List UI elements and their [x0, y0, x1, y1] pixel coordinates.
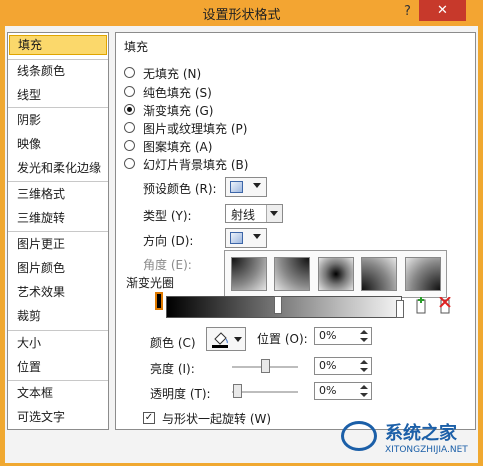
spin-up-icon[interactable] [358, 359, 370, 366]
radio-label-picture-fill: 图片或纹理填充 (P) [143, 122, 248, 136]
direction-dropdown[interactable] [225, 228, 267, 248]
sidebar-item-crop[interactable]: 裁剪 [9, 306, 107, 326]
preset-colors-dropdown[interactable] [225, 177, 267, 197]
chevron-down-icon [253, 183, 261, 188]
sidebar-divider [8, 330, 108, 331]
stop-color-picker[interactable] [206, 327, 246, 351]
sidebar-divider [8, 181, 108, 182]
angle-label: 角度 (E): [143, 258, 192, 272]
radio-label-no-fill: 无填充 (N) [143, 67, 202, 81]
transparency-spinner[interactable]: 0% [314, 382, 372, 400]
preset-colors-label: 预设颜色 (R): [143, 182, 217, 196]
sidebar-item-line-style[interactable]: 线型 [9, 85, 107, 105]
rotate-with-shape-checkbox[interactable]: ✓ [143, 412, 155, 424]
sidebar-item-picture-corrections[interactable]: 图片更正 [9, 234, 107, 254]
watermark-name: 系统之家 [385, 423, 457, 444]
brightness-label: 亮度 (I): [150, 362, 195, 376]
gradient-top-left-tile[interactable] [231, 257, 267, 291]
house-icon [341, 421, 377, 451]
gradient-stops-bar[interactable] [166, 296, 402, 318]
chevron-down-icon [253, 234, 261, 239]
sidebar-item-shadow[interactable]: 阴影 [9, 110, 107, 130]
remove-stop-button[interactable] [438, 296, 452, 315]
gradient-stop-selected[interactable] [155, 292, 163, 310]
sidebar-item-3d-format[interactable]: 三维格式 [9, 184, 107, 204]
position-value: 0% [319, 329, 337, 342]
spin-up-icon[interactable] [358, 384, 370, 391]
sidebar-item-line-color[interactable]: 线条颜色 [9, 61, 107, 81]
spin-down-icon[interactable] [358, 392, 370, 399]
gradient-swatch-icon [230, 232, 243, 244]
spin-down-icon[interactable] [358, 367, 370, 374]
add-stop-icon [416, 297, 426, 314]
gradient-stops-label: 渐变光圈 [126, 276, 175, 290]
sidebar-item-text-box[interactable]: 文本框 [9, 383, 107, 403]
radio-picture-fill[interactable] [124, 122, 135, 133]
sidebar-divider [8, 380, 108, 381]
radio-slide-background-fill[interactable] [124, 158, 135, 169]
gradient-bottom-right-tile[interactable] [405, 257, 441, 291]
radio-gradient-fill[interactable] [124, 104, 135, 115]
remove-stop-icon [439, 296, 451, 314]
sidebar-item-size[interactable]: 大小 [9, 333, 107, 353]
direction-label: 方向 (D): [143, 234, 194, 248]
chevron-down-icon [270, 211, 278, 216]
panel-heading: 填充 [124, 40, 149, 54]
sidebar-item-glow[interactable]: 发光和柔化边缘 [9, 158, 107, 178]
gradient-swatch-icon [230, 181, 243, 193]
help-button[interactable]: ? [404, 4, 411, 19]
radio-label-slide-background-fill: 幻灯片背景填充 (B) [143, 158, 249, 172]
sidebar-divider [8, 231, 108, 232]
rotate-with-shape-label: 与形状一起旋转 (W) [162, 412, 272, 426]
radio-label-pattern-fill: 图案填充 (A) [143, 140, 213, 154]
sidebar-divider [8, 107, 108, 108]
sidebar-item-reflection[interactable]: 映像 [9, 134, 107, 154]
type-value: 射线 [231, 208, 256, 222]
sidebar-item-artistic-effects[interactable]: 艺术效果 [9, 282, 107, 302]
transparency-value: 0% [319, 384, 337, 397]
watermark-url: XITONGZHIJIA.NET [385, 445, 468, 455]
sidebar-item-picture-color[interactable]: 图片颜色 [9, 258, 107, 278]
transparency-slider-thumb[interactable] [233, 384, 242, 398]
type-label: 类型 (Y): [143, 209, 192, 223]
gradient-stop[interactable] [396, 300, 404, 318]
gradient-center-tile[interactable] [318, 257, 354, 291]
gradient-bottom-left-tile[interactable] [361, 257, 397, 291]
gradient-top-right-tile[interactable] [274, 257, 310, 291]
position-spinner[interactable]: 0% [314, 327, 372, 345]
close-button[interactable]: ✕ [419, 0, 466, 21]
sidebar-item-3d-rotation[interactable]: 三维旋转 [9, 208, 107, 228]
chevron-down-icon [234, 337, 242, 342]
sidebar-item-fill[interactable]: 填充 [9, 35, 107, 55]
title-bar: 设置形状格式 ? ✕ [0, 0, 483, 26]
watermark-logo: 系统之家 XITONGZHIJIA.NET [335, 415, 480, 463]
sidebar-item-position[interactable]: 位置 [9, 357, 107, 377]
radio-solid-fill[interactable] [124, 86, 135, 97]
radio-label-solid-fill: 纯色填充 (S) [143, 86, 212, 100]
brightness-slider-thumb[interactable] [261, 359, 270, 373]
paint-bucket-icon [212, 332, 228, 348]
position-label: 位置 (O): [257, 332, 308, 346]
direction-gallery [224, 250, 447, 298]
transparency-label: 透明度 (T): [150, 387, 211, 401]
sidebar-item-alt-text[interactable]: 可选文字 [9, 407, 107, 427]
type-select[interactable]: 射线 [225, 204, 283, 223]
radio-label-gradient-fill: 渐变填充 (G) [143, 104, 214, 118]
sidebar-divider [8, 59, 108, 60]
category-sidebar: 填充 线条颜色 线型 阴影 映像 发光和柔化边缘 三维格式 三维旋转 图片更正 … [7, 32, 109, 430]
radio-pattern-fill[interactable] [124, 140, 135, 151]
brightness-value: 0% [319, 359, 337, 372]
gradient-stop[interactable] [274, 296, 282, 314]
spin-up-icon[interactable] [358, 329, 370, 336]
add-stop-button[interactable] [414, 297, 428, 315]
type-select-button[interactable] [266, 205, 282, 222]
color-label: 颜色 (C) [150, 336, 196, 350]
radio-no-fill[interactable] [124, 67, 135, 78]
spin-down-icon[interactable] [358, 337, 370, 344]
brightness-spinner[interactable]: 0% [314, 357, 372, 375]
